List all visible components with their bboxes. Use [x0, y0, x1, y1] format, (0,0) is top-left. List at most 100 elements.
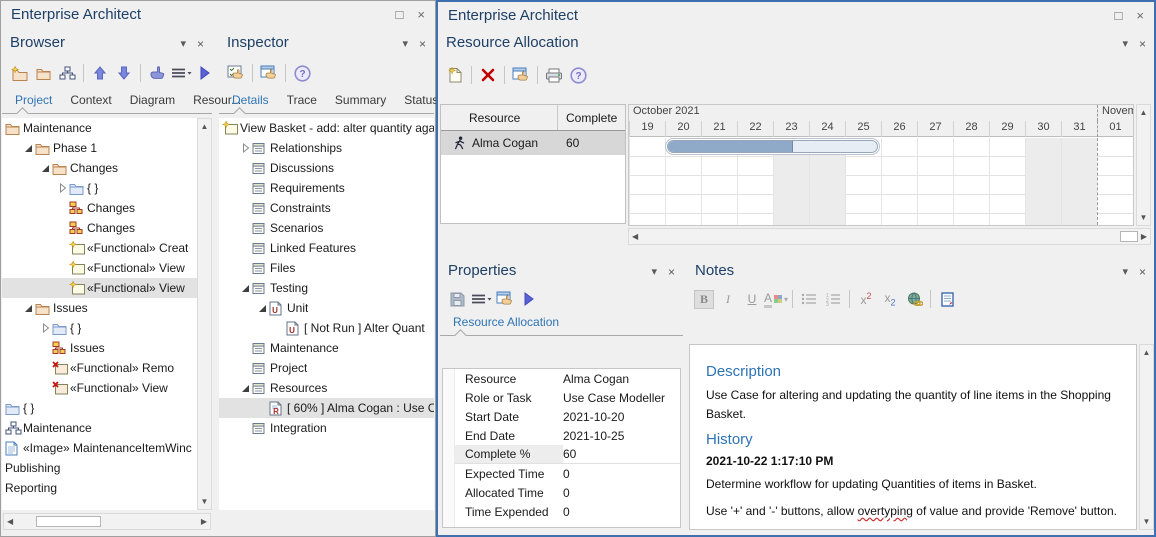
tree-item[interactable]: UUnit — [219, 298, 434, 318]
property-row[interactable]: Complete %60 — [443, 445, 680, 464]
hand-icon[interactable] — [145, 61, 169, 85]
tab-summary[interactable]: Summary — [326, 89, 395, 113]
hand-window-icon[interactable] — [509, 63, 533, 87]
tree-item[interactable]: Maintenance — [2, 418, 198, 438]
tree-item[interactable]: R[ 60% ] Alma Cogan : Use C — [219, 398, 434, 418]
notes-doc-icon[interactable] — [935, 287, 959, 311]
hand-check-icon[interactable] — [224, 61, 248, 85]
collapse-arrow-icon[interactable] — [256, 304, 269, 313]
tree-item[interactable]: Constraints — [219, 198, 434, 218]
scroll-right-icon[interactable]: ▶ — [201, 517, 207, 526]
property-row[interactable]: ResourceAlma Cogan — [443, 369, 680, 388]
tree-item[interactable]: Phase 1 — [2, 138, 198, 158]
expand-arrow-icon[interactable] — [56, 183, 69, 193]
save-icon[interactable] — [445, 287, 469, 311]
property-row[interactable]: Time Expended0 — [443, 502, 680, 521]
tab-details[interactable]: Details — [223, 89, 278, 113]
tree-item[interactable]: U[ Not Run ] Alter Quant — [219, 318, 434, 338]
panel-close-icon[interactable]: × — [419, 37, 426, 51]
tree-item[interactable]: Issues — [2, 338, 198, 358]
hand-window-icon[interactable] — [257, 61, 281, 85]
property-value[interactable]: Alma Cogan — [563, 372, 680, 386]
scroll-down-icon[interactable]: ▼ — [201, 497, 209, 506]
help-icon[interactable]: ? — [290, 61, 314, 85]
scrollbar-thumb[interactable] — [1120, 231, 1138, 242]
property-value[interactable]: 0 — [563, 467, 680, 481]
close-icon[interactable]: × — [417, 7, 425, 22]
panel-menu-icon[interactable]: ▾ — [402, 37, 408, 51]
folder-icon[interactable] — [31, 61, 55, 85]
tree-item[interactable]: { } — [2, 318, 198, 338]
tab-project[interactable]: Project — [6, 89, 61, 113]
tab-resource-allocation[interactable]: Resource Allocation — [444, 311, 568, 335]
tree-item[interactable]: { } — [2, 178, 198, 198]
tree-item[interactable]: «Functional» View — [2, 378, 198, 398]
tree-item[interactable]: «Functional» View — [2, 278, 198, 298]
property-value[interactable]: 60 — [563, 447, 680, 461]
new-folder-icon[interactable] — [7, 61, 31, 85]
up-arrow-icon[interactable] — [88, 61, 112, 85]
notes-vertical-scrollbar[interactable]: ▲ ▼ — [1139, 344, 1154, 530]
scroll-up-icon[interactable]: ▲ — [201, 122, 209, 131]
tree-item[interactable]: Scenarios — [219, 218, 434, 238]
tree-item[interactable]: Project — [219, 358, 434, 378]
scroll-left-icon[interactable]: ◀ — [632, 232, 638, 241]
tab-trace[interactable]: Trace — [278, 89, 326, 113]
italic-icon[interactable]: I — [716, 287, 740, 311]
close-icon[interactable]: × — [1136, 8, 1144, 23]
tree-item[interactable]: «Functional» Creat — [2, 238, 198, 258]
bold-icon[interactable]: B — [692, 287, 716, 311]
scroll-up-icon[interactable]: ▲ — [1140, 108, 1148, 117]
tree-item[interactable]: { } — [2, 398, 198, 418]
help-icon[interactable]: ? — [566, 63, 590, 87]
scroll-down-icon[interactable]: ▼ — [1143, 517, 1151, 526]
panel-menu-icon[interactable]: ▾ — [1122, 37, 1128, 51]
tree-item[interactable]: Maintenance — [2, 118, 198, 138]
print-icon[interactable] — [542, 63, 566, 87]
tree-item[interactable]: Maintenance — [219, 338, 434, 358]
maximize-icon[interactable]: □ — [1115, 8, 1123, 23]
tree-item[interactable]: Resources — [219, 378, 434, 398]
tree-item[interactable]: Discussions — [219, 158, 434, 178]
tab-context[interactable]: Context — [61, 89, 120, 113]
gantt-horizontal-scrollbar[interactable]: ◀ ▶ — [628, 228, 1151, 245]
bullet-list-icon[interactable] — [797, 287, 821, 311]
tree-item[interactable]: Publishing — [2, 458, 198, 478]
tree-item[interactable]: Issues — [2, 298, 198, 318]
property-row[interactable]: Allocated Time0 — [443, 483, 680, 502]
gantt-task-bar[interactable] — [667, 140, 878, 153]
panel-close-icon[interactable]: × — [197, 37, 204, 51]
menu-icon[interactable] — [469, 287, 493, 311]
browser-vertical-scrollbar[interactable]: ▲ ▼ — [197, 118, 212, 510]
tree-item[interactable]: Reporting — [2, 478, 198, 498]
panel-close-icon[interactable]: × — [1139, 265, 1146, 279]
underline-icon[interactable]: U — [740, 287, 764, 311]
expand-arrow-icon[interactable] — [39, 323, 52, 333]
property-row[interactable]: Role or TaskUse Case Modeller — [443, 388, 680, 407]
tree-item[interactable]: Requirements — [219, 178, 434, 198]
scroll-left-icon[interactable]: ◀ — [7, 517, 13, 526]
collapse-arrow-icon[interactable] — [39, 164, 52, 173]
property-row[interactable]: End Date2021-10-25 — [443, 426, 680, 445]
tree-item[interactable]: Integration — [219, 418, 434, 438]
tree-item[interactable]: View Basket - add: alter quantity aga — [219, 118, 434, 138]
property-value[interactable]: 2021-10-20 — [563, 410, 680, 424]
property-value[interactable]: 2021-10-25 — [563, 429, 680, 443]
collapse-arrow-icon[interactable] — [239, 284, 252, 293]
fontcolor-icon[interactable]: A▾ — [764, 287, 788, 311]
menu-icon[interactable] — [169, 61, 193, 85]
maximize-icon[interactable]: □ — [396, 7, 404, 22]
hand-window-icon[interactable] — [493, 287, 517, 311]
gantt-vertical-scrollbar[interactable]: ▲ ▼ — [1136, 104, 1151, 226]
collapse-arrow-icon[interactable] — [22, 304, 35, 313]
collapse-arrow-icon[interactable] — [239, 384, 252, 393]
tree-item[interactable]: «Functional» Remo — [2, 358, 198, 378]
tree-item[interactable]: Linked Features — [219, 238, 434, 258]
property-row[interactable]: Expected Time0 — [443, 464, 680, 483]
panel-menu-icon[interactable]: ▾ — [180, 37, 186, 51]
browser-horizontal-scrollbar[interactable]: ◀ ▶ — [3, 513, 211, 530]
tab-diagram[interactable]: Diagram — [121, 89, 184, 113]
property-value[interactable]: Use Case Modeller — [563, 391, 680, 405]
tree-item[interactable]: Files — [219, 258, 434, 278]
collapse-arrow-icon[interactable] — [22, 144, 35, 153]
